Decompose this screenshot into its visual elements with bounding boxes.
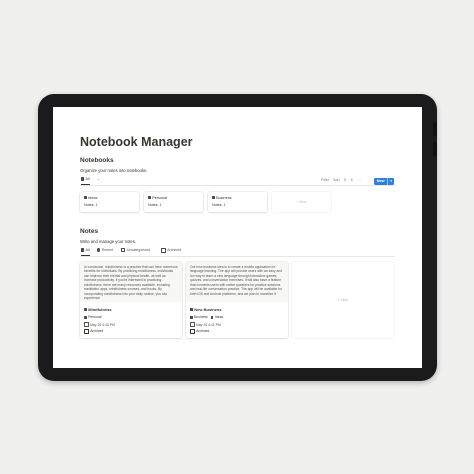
page-icon xyxy=(148,196,151,199)
tab-recent[interactable]: Recent xyxy=(97,248,113,252)
notebook-title: Ideas xyxy=(88,195,98,200)
note-preview: Our new business idea is to create a mob… xyxy=(186,262,288,302)
notebooks-heading: Notebooks xyxy=(80,157,114,164)
note-card[interactable]: Our new business idea is to create a mob… xyxy=(186,262,288,338)
note-card[interactable]: In conclusion, mindfulness is a practice… xyxy=(80,262,182,338)
notebooks-description: Organize your notes into notebooks. xyxy=(80,168,148,173)
clock-icon xyxy=(97,248,101,252)
chevron-down-icon[interactable]: ▼ xyxy=(387,177,394,185)
tab-uncategorized[interactable]: Uncategorized xyxy=(121,248,150,253)
table-icon xyxy=(121,248,126,253)
notebook-note-count: Notes: 1 xyxy=(84,203,98,207)
page-title: Notebook Manager xyxy=(80,135,193,149)
checkbox-icon xyxy=(84,329,89,334)
note-tags: Personal xyxy=(84,315,101,319)
note-title: Mindfulness xyxy=(88,307,112,312)
search-icon[interactable]: ⚲ xyxy=(344,178,347,182)
archived-checkbox[interactable]: Archived xyxy=(84,329,103,334)
new-button[interactable]: New ▼ xyxy=(374,177,394,185)
more-button[interactable]: … xyxy=(357,178,361,182)
notebook-title: Business xyxy=(216,195,232,200)
tablet-side-button xyxy=(433,142,437,156)
tab-all-notebooks[interactable]: All xyxy=(81,177,90,185)
tab-all-notes[interactable]: All xyxy=(81,248,90,256)
calendar-icon xyxy=(84,322,89,327)
app-screen: Notebook Manager Notebooks Organize your… xyxy=(53,107,422,368)
tag: Business xyxy=(194,315,208,319)
checkbox-icon xyxy=(190,329,195,334)
notes-view-bar: All Recent Uncategorized Archived xyxy=(80,247,395,257)
new-note-card[interactable]: + New xyxy=(292,262,394,338)
note-date: May 26 4:41 PM xyxy=(190,322,221,327)
new-button-label: New xyxy=(376,178,385,183)
tablet-side-button xyxy=(433,122,437,136)
filter-button[interactable]: Filter xyxy=(321,178,329,182)
view-menu-chevron-icon[interactable]: ⌄ xyxy=(97,177,100,181)
sort-button[interactable]: Sort xyxy=(333,178,340,182)
tag: Ideas xyxy=(214,315,224,319)
page-icon xyxy=(190,307,193,312)
notebook-title: Personal xyxy=(152,195,168,200)
page-icon xyxy=(84,315,87,319)
page-icon xyxy=(81,248,84,252)
notebook-note-count: Notes: 1 xyxy=(148,203,162,207)
database-toolbar: Filter Sort ⚲ ↯ … xyxy=(321,178,361,182)
note-date: May 26 4:43 PM xyxy=(84,322,115,327)
page-icon xyxy=(210,315,214,319)
notebook-card[interactable]: Personal Notes: 1 xyxy=(144,192,203,212)
new-notebook-card[interactable]: + New xyxy=(272,192,331,212)
page-icon xyxy=(84,307,87,312)
archive-icon xyxy=(161,248,166,253)
notes-heading: Notes xyxy=(80,228,99,235)
note-title: New Business xyxy=(194,307,222,312)
lightning-icon[interactable]: ↯ xyxy=(350,178,353,182)
tab-archived[interactable]: Archived xyxy=(161,248,181,253)
page-icon xyxy=(212,196,215,199)
archived-checkbox[interactable]: Archived xyxy=(190,329,209,334)
notebook-card[interactable]: Ideas Notes: 1 xyxy=(80,192,139,212)
notebook-note-count: Notes: 1 xyxy=(212,203,226,207)
page-icon xyxy=(84,196,87,199)
tag: Personal xyxy=(88,315,102,319)
page-icon xyxy=(190,315,193,319)
calendar-icon xyxy=(190,322,195,327)
notes-description: Write and manage your notes. xyxy=(80,239,137,244)
notebook-card[interactable]: Business Notes: 1 xyxy=(208,192,267,212)
table-icon xyxy=(81,177,84,181)
note-preview: In conclusion, mindfulness is a practice… xyxy=(80,262,182,302)
note-tags: Business Ideas xyxy=(190,315,223,319)
